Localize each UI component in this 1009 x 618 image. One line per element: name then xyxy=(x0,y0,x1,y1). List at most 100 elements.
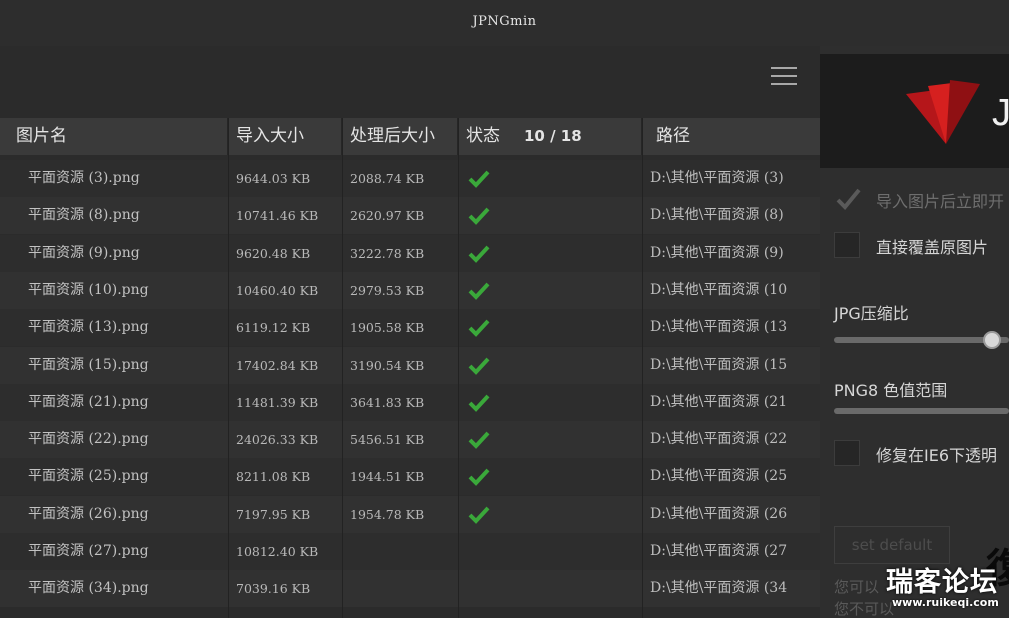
import-size-cell: 17402.84 KB xyxy=(236,357,319,373)
processed-size-cell: 2620.97 KB xyxy=(350,208,425,224)
watermark-text: 瑞客论坛 xyxy=(886,567,998,598)
app-logo-text: J xyxy=(992,92,1009,134)
processed-size-cell: 3190.54 KB xyxy=(350,357,425,373)
processed-size-cell xyxy=(350,570,456,607)
done-check-icon xyxy=(468,506,490,524)
column-divider xyxy=(458,118,459,618)
table-row[interactable]: 平面资源 (9).png 9620.48 KB 3222.78 KB D:\其他\平面… xyxy=(0,234,820,272)
table-row[interactable]: 平面资源 (22).png 24026.33 KB 5456.51 KB D:\其他\… xyxy=(0,421,820,459)
path-cell: D:\其他\平面资源 (15 xyxy=(650,356,788,373)
table-row[interactable]: 平面资源 (10).png 10460.40 KB 2979.53 KB D:\其他\… xyxy=(0,271,820,309)
import-size-cell: 8211.08 KB xyxy=(236,469,311,485)
import-size-cell: 10812.40 KB xyxy=(236,544,319,559)
file-name-cell: 平面资源 (27).png xyxy=(28,543,149,559)
status-cell xyxy=(466,533,506,570)
hamburger-menu-icon[interactable] xyxy=(771,67,797,87)
file-name-cell: 平面资源 (8).png xyxy=(28,207,140,224)
table-row[interactable]: 平面资源 (21).png 11481.39 KB 3641.83 KB D:\其他\… xyxy=(0,383,820,421)
column-header-name[interactable]: 图片名 xyxy=(8,118,228,155)
path-cell: D:\其他\平面资源 (26 xyxy=(650,505,788,522)
processed-size-cell: 2979.53 KB xyxy=(350,282,425,298)
app-logo-icon xyxy=(906,80,980,144)
file-name-cell: 平面资源 (15).png xyxy=(28,356,149,373)
file-name-cell: 平面资源 (22).png xyxy=(28,431,149,448)
checkbox-box xyxy=(834,440,860,466)
column-header-path[interactable]: 路径 xyxy=(642,118,820,155)
column-divider xyxy=(342,118,343,618)
path-cell: D:\其他\平面资源 (25 xyxy=(650,468,788,485)
jpg-ratio-slider[interactable] xyxy=(834,331,1009,349)
column-divider xyxy=(642,118,643,618)
path-cell: D:\其他\平面资源 (13 xyxy=(650,319,788,336)
done-check-icon xyxy=(468,431,490,449)
import-size-cell: 7039.16 KB xyxy=(236,581,311,597)
table-row[interactable]: 平面资源 (25).png 8211.08 KB 1944.51 KB D:\其他\平… xyxy=(0,458,820,496)
table-row[interactable]: 平面资源 (15).png 17402.84 KB 3190.54 KB D:\其他\… xyxy=(0,346,820,384)
table-row[interactable]: 平面资源 (34).png 7039.16 KB D:\其他\平面资源 (34 xyxy=(0,570,820,608)
path-cell: D:\其他\平面资源 (21 xyxy=(650,393,788,410)
done-check-icon xyxy=(468,357,490,375)
watermark-url: www.ruikeqi.com xyxy=(892,596,999,609)
title-bar: JPNGmin xyxy=(0,0,1009,46)
status-cell xyxy=(466,421,506,458)
processed-size-cell: 3222.78 KB xyxy=(350,245,425,261)
column-header-import-size[interactable]: 导入大小 xyxy=(228,118,342,155)
table-row[interactable]: 平面资源 (13).png 6119.12 KB 1905.58 KB D:\其他\平… xyxy=(0,309,820,347)
checkmark-icon xyxy=(836,188,861,210)
table-row[interactable]: 平面资源 (3).png 9644.03 KB 2088.74 KB D:\其他\平面… xyxy=(0,160,820,197)
processed-size-cell: 1954.78 KB xyxy=(350,506,425,522)
done-check-icon xyxy=(468,319,490,338)
status-cell xyxy=(466,309,506,346)
slider-thumb[interactable] xyxy=(982,331,1001,349)
processed-size-cell: 5456.51 KB xyxy=(350,432,425,448)
png8-range-slider[interactable] xyxy=(834,408,1009,414)
column-header-processed-size[interactable]: 处理后大小 xyxy=(342,118,458,155)
file-name-cell: 平面资源 (13).png xyxy=(28,319,149,336)
status-cell xyxy=(466,197,506,234)
import-size-cell: 9620.48 KB xyxy=(236,245,311,261)
jpg-ratio-label: JPG压缩比 xyxy=(834,304,909,323)
done-check-icon xyxy=(468,245,490,263)
column-divider xyxy=(228,118,229,618)
auto-process-label: 导入图片后立即开 xyxy=(876,192,1005,211)
progress-count: 10 / 18 xyxy=(524,127,582,145)
path-cell: D:\其他\平面资源 (34 xyxy=(650,580,788,597)
processed-size-cell xyxy=(350,533,456,570)
table-row[interactable]: 平面资源 (26).png 7197.95 KB 1954.78 KB D:\其他\平… xyxy=(0,495,820,533)
path-cell: D:\其他\平面资源 (3) xyxy=(650,170,784,186)
import-size-cell: 24026.33 KB xyxy=(236,432,319,448)
processed-size-cell: 1944.51 KB xyxy=(350,469,425,485)
overwrite-original-label: 直接覆盖原图片 xyxy=(876,238,989,257)
processed-size-cell: 1905.58 KB xyxy=(350,320,425,336)
hint-text: 您可以 xyxy=(834,578,880,596)
status-cell xyxy=(466,347,506,384)
status-cell xyxy=(466,272,506,309)
file-name-cell: 平面资源 (3).png xyxy=(28,170,140,186)
table-row[interactable]: 平面资源 (8).png 10741.46 KB 2620.97 KB D:\其他\平… xyxy=(0,197,820,235)
file-name-cell: 平面资源 (10).png xyxy=(28,281,149,298)
file-table: 图片名 导入大小 处理后大小 状态 10 / 18 路径 平面资源 (3).pn… xyxy=(0,118,820,618)
set-default-button[interactable]: set default xyxy=(834,526,950,564)
hint-text: 您不可以 xyxy=(834,600,895,618)
file-name-cell: 平面资源 (34).png xyxy=(28,580,149,597)
file-name-cell: 平面资源 (21).png xyxy=(28,393,149,410)
png8-range-label: PNG8 色值范围 xyxy=(834,381,948,400)
status-cell xyxy=(466,570,506,607)
done-check-icon xyxy=(468,394,490,412)
done-check-icon xyxy=(468,469,490,487)
import-size-cell: 10460.40 KB xyxy=(236,282,319,298)
status-cell xyxy=(466,496,506,533)
import-size-cell: 9644.03 KB xyxy=(236,171,311,186)
table-row[interactable]: 平面资源 (27).png 10812.40 KB D:\其他\平面资源 (27 xyxy=(0,533,820,570)
import-size-cell: 6119.12 KB xyxy=(236,320,311,336)
column-header-status[interactable]: 状态 10 / 18 xyxy=(458,118,642,155)
done-check-icon xyxy=(468,207,490,226)
done-check-icon xyxy=(468,282,490,300)
toolbar xyxy=(0,46,820,118)
file-name-cell: 平面资源 (26).png xyxy=(28,505,149,522)
table-header: 图片名 导入大小 处理后大小 状态 10 / 18 路径 xyxy=(0,118,820,155)
import-size-cell: 10741.46 KB xyxy=(236,208,319,224)
processed-size-cell: 2088.74 KB xyxy=(350,171,425,186)
file-name-cell: 平面资源 (9).png xyxy=(28,244,140,261)
path-cell: D:\其他\平面资源 (9) xyxy=(650,244,784,261)
